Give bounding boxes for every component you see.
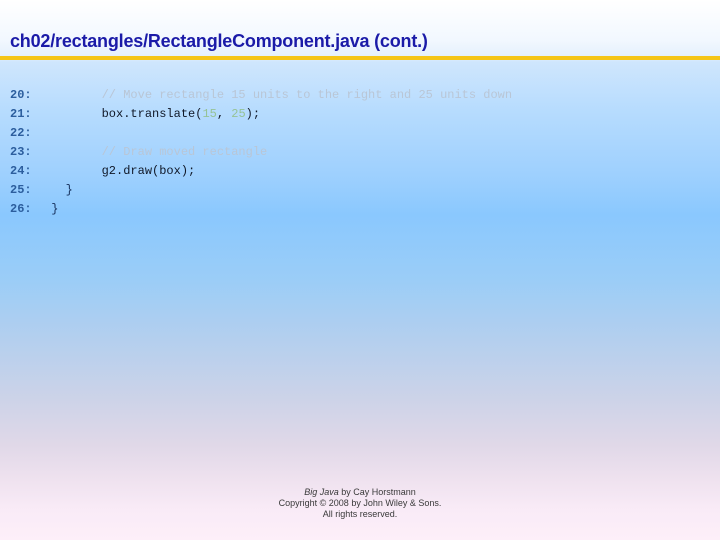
code-line-number: 20: <box>10 88 32 102</box>
code-line: 21: box.translate(15, 25); <box>10 105 716 124</box>
code-line-number: 26: <box>10 202 32 216</box>
title-divider-rule <box>0 56 720 60</box>
code-line-number: 24: <box>10 164 32 178</box>
code-token-comment: // Move rectangle 15 units to the right … <box>101 88 513 102</box>
code-line: 24: g2.draw(box); <box>10 162 716 181</box>
code-token-code: , <box>216 107 232 121</box>
code-token-brace: } <box>51 202 59 216</box>
code-line-number: 22: <box>10 126 32 140</box>
code-line-number: 25: <box>10 183 32 197</box>
code-line: 22: <box>10 124 716 143</box>
code-line: 23: // Draw moved rectangle <box>10 143 716 162</box>
slide: ch02/rectangles/RectangleComponent.java … <box>0 0 720 540</box>
code-line-number: 21: <box>10 107 32 121</box>
code-token-number: 15 <box>202 107 217 121</box>
page-title: ch02/rectangles/RectangleComponent.java … <box>10 31 428 51</box>
footer-copyright: Copyright © 2008 by John Wiley & Sons. <box>278 498 442 508</box>
code-line-number: 23: <box>10 145 32 159</box>
code-token-brace: } <box>65 183 73 197</box>
footer-book-title: Big Java <box>304 487 339 497</box>
code-token-code: box.translate( <box>101 107 203 121</box>
slide-footer: Big Java by Cay Horstmann Copyright © 20… <box>0 487 720 520</box>
code-line: 26: } <box>10 200 716 219</box>
footer-rights: All rights reserved. <box>322 509 398 519</box>
footer-byline: by Cay Horstmann <box>338 487 416 497</box>
code-line: 25: } <box>10 181 716 200</box>
code-listing: 20: // Move rectangle 15 units to the ri… <box>10 86 716 219</box>
code-token-number: 25 <box>231 107 246 121</box>
code-token-code: g2.draw(box); <box>101 164 196 178</box>
code-token-comment: // Draw moved rectangle <box>101 145 268 159</box>
slide-title-band: ch02/rectangles/RectangleComponent.java … <box>0 0 720 60</box>
code-line: 20: // Move rectangle 15 units to the ri… <box>10 86 716 105</box>
footer-attribution-line: Big Java by Cay Horstmann <box>0 487 720 498</box>
code-token-code: ); <box>245 107 261 121</box>
